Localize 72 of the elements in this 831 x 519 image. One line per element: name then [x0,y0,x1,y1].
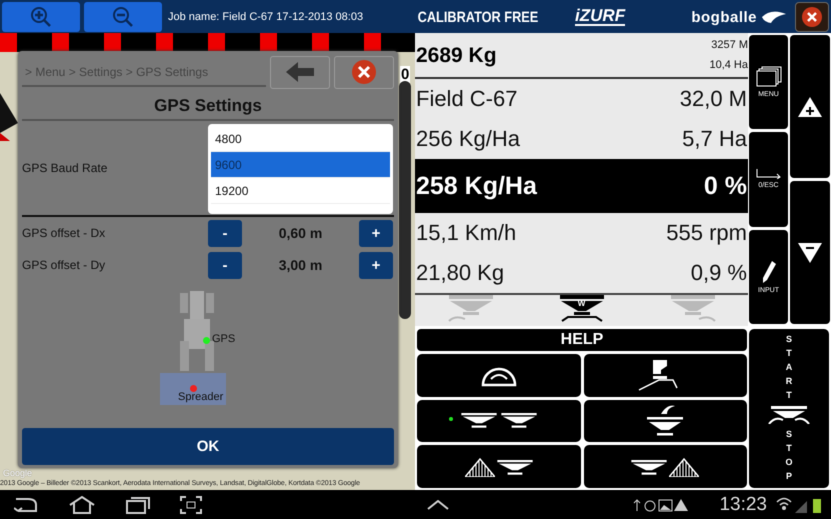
setting-value: 0,60 m [278,225,324,241]
setting-label: GPS Baud Rate [22,161,108,175]
reading-value: 256 Kg/Ha [416,126,520,152]
job-name: Job name: Field C-67 17-12-2013 08:03 [168,11,364,23]
back-button[interactable] [270,56,330,88]
function-button[interactable] [584,400,747,442]
dropdown-option[interactable]: 19200 [211,178,390,204]
function-button[interactable] [417,445,580,488]
zoom-out-button[interactable] [84,2,162,32]
decrease-button[interactable]: - [208,252,242,278]
increase-button[interactable] [790,35,830,178]
spreader-label: Spreader [178,391,224,403]
setting-value: 3,00 m [278,257,324,273]
notification-icons [633,498,690,512]
zoom-out-icon [112,6,134,28]
spreader-drawing [160,373,226,405]
setting-label: GPS offset - Dy [22,258,106,272]
reading-value: 258 Kg/Ha [416,172,537,200]
close-icon [801,6,823,28]
help-button[interactable]: HELP [417,329,747,351]
map-value: 0 [400,66,410,83]
app-title: CALIBRATOR FREE [418,8,538,26]
screenshot-icon[interactable] [180,496,202,514]
map-logo: Google [3,468,32,478]
close-button[interactable] [795,2,829,32]
increase-button[interactable]: + [359,220,393,246]
decrease-button[interactable]: - [208,220,242,246]
dialog-title: GPS Settings [22,90,394,121]
brand-logo: iZURF [575,8,626,26]
dual-spreaders-icon [460,412,537,430]
reading-value: 555 rpm [666,220,747,246]
zoom-in-icon [30,6,52,28]
close-icon [351,59,377,85]
spreader-icon [767,406,811,424]
border-spread-icon [631,456,700,477]
decrease-button[interactable] [790,181,830,324]
reading-value: 5,7 Ha [682,126,747,152]
increase-button[interactable]: + [359,252,393,278]
pages-icon [756,66,782,88]
arrow-icon [756,169,782,180]
border-spread-icon [464,456,533,477]
reading-value: Field C-67 [416,86,518,112]
leaf-icon [761,10,787,24]
back-arrow-icon [286,62,314,82]
back-icon[interactable] [14,496,38,512]
reading-value: 15,1 Km/h [416,220,516,246]
function-button[interactable] [584,354,747,397]
clock: 13:23 [719,494,767,516]
zoom-in-button[interactable] [2,2,80,32]
reading-value: 0 % [704,172,747,200]
total-area: 10,4 Ha [709,55,748,75]
status-icons [775,496,823,514]
ok-button[interactable]: OK [22,428,394,465]
setting-label: GPS offset - Dx [22,226,106,240]
function-button[interactable] [584,445,747,488]
function-button[interactable] [417,354,580,397]
total-distance: 3257 M [711,38,748,53]
total-weight: 2689 Kg [416,44,497,68]
home-icon[interactable] [68,496,96,514]
reading-value: 32,0 M [680,86,747,112]
refill-icon [645,404,686,438]
function-button[interactable] [417,400,580,442]
start-stop-button[interactable]: START STOP [749,329,829,488]
reading-value: 21,80 Kg [416,260,504,286]
minus-triangle-icon [798,242,822,262]
recent-apps-icon[interactable] [126,496,150,514]
plus-triangle-icon [798,96,822,116]
brand-logo: bogballe [691,8,757,26]
reading-value: 0,9 % [690,260,747,286]
caret-up-icon[interactable] [427,500,449,510]
pencil-icon [760,260,776,284]
gps-label: GPS [212,333,236,345]
